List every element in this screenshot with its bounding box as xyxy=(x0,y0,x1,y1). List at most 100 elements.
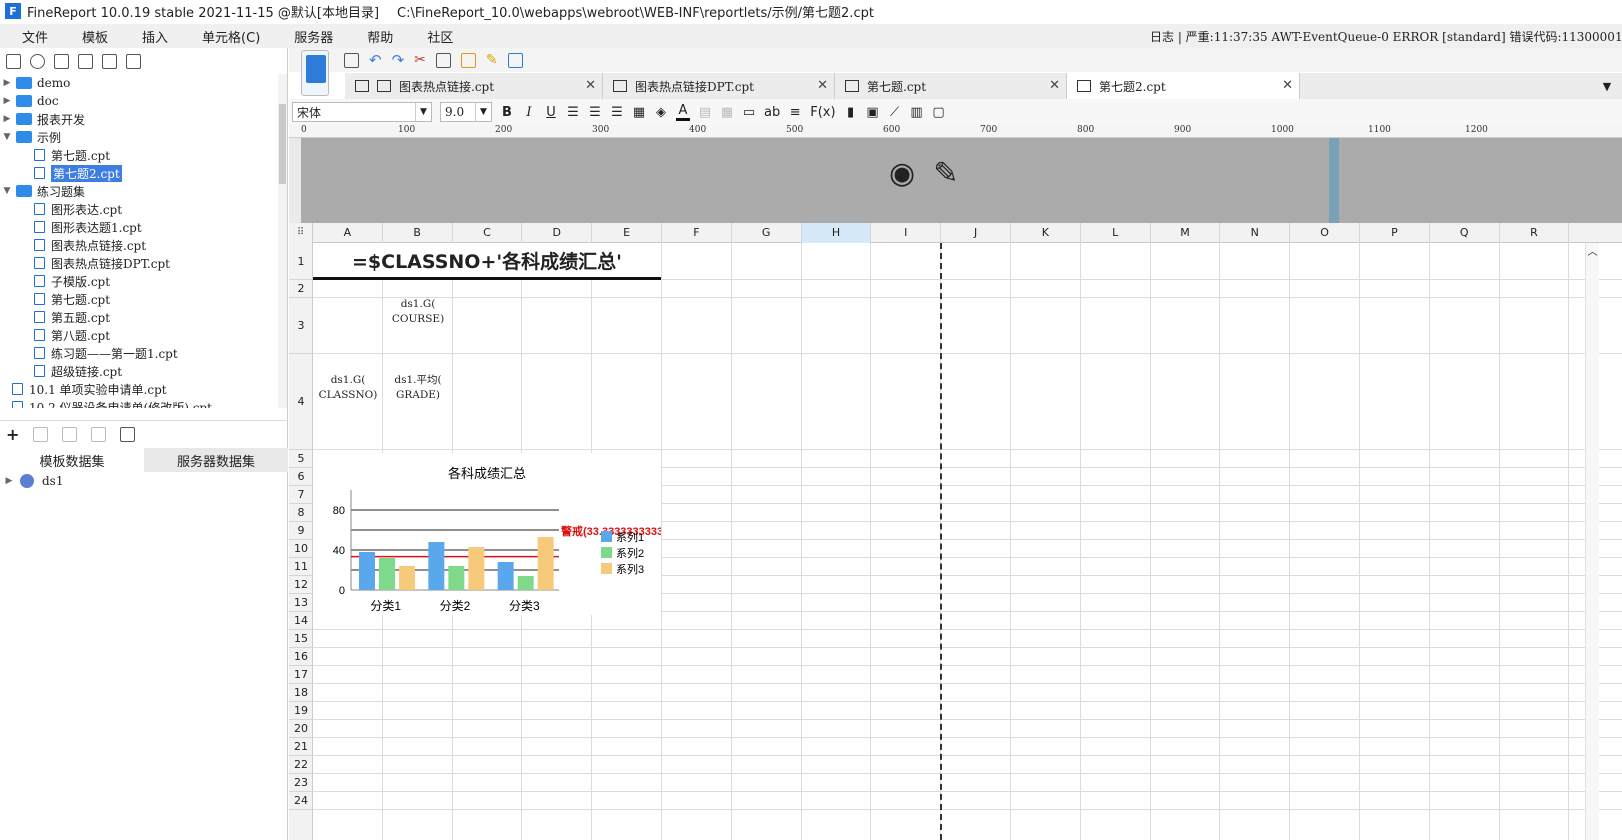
menu-community[interactable]: 社区 xyxy=(410,27,470,46)
save-icon[interactable] xyxy=(344,52,359,68)
column-header-f[interactable]: F xyxy=(662,223,732,243)
tree-item[interactable]: 图形表达题1.cpt xyxy=(0,218,278,236)
bar-chart[interactable]: 各科成绩汇总04080分类1分类2分类3警戒(33.33333333336)系列… xyxy=(313,453,673,615)
column-header-k[interactable]: K xyxy=(1011,223,1081,243)
column-header-n[interactable]: N xyxy=(1220,223,1291,243)
column-header-h[interactable]: H xyxy=(801,223,872,243)
unmerge-icon[interactable]: ▦ xyxy=(720,105,734,120)
close-icon[interactable]: ✕ xyxy=(585,78,596,93)
tree-item[interactable]: 10.1 单项实验申请单.cpt xyxy=(0,380,278,398)
row-header-9[interactable]: 9 xyxy=(289,522,313,540)
hide-icon[interactable]: ◉ xyxy=(889,156,915,191)
row-header-21[interactable]: 21 xyxy=(289,738,313,756)
cell-a4[interactable]: ds1.G( CLASSNO) xyxy=(313,373,383,403)
chevron-right-icon[interactable]: ▶ xyxy=(2,96,12,106)
tree-item[interactable]: 图表热点链接.cpt xyxy=(0,236,278,254)
row-header-4[interactable]: 4 xyxy=(289,354,313,450)
tab-list-icon[interactable]: ▼ xyxy=(1592,73,1622,99)
formula-icon[interactable]: F(x) xyxy=(810,105,835,120)
tree-item[interactable]: 练习题——第一题1.cpt xyxy=(0,344,278,362)
vertical-scrollbar[interactable]: ︿ xyxy=(1585,243,1599,840)
column-header-r[interactable]: R xyxy=(1500,223,1570,243)
chevron-down-icon[interactable]: ▼ xyxy=(2,132,12,142)
row-header-15[interactable]: 15 xyxy=(289,630,313,648)
scroll-up-icon[interactable]: ︿ xyxy=(1586,243,1599,258)
row-header-10[interactable]: 10 xyxy=(289,540,313,558)
text-icon[interactable]: ab xyxy=(764,105,780,120)
column-header-a[interactable]: A xyxy=(313,223,383,243)
row-header-2[interactable]: 2 xyxy=(289,280,313,298)
menu-template[interactable]: 模板 xyxy=(65,27,125,46)
tree-item[interactable]: ▶ demo xyxy=(0,74,278,92)
row-header-1[interactable]: 1 xyxy=(289,243,313,280)
column-header-l[interactable]: L xyxy=(1081,223,1151,243)
paste-icon[interactable] xyxy=(460,52,476,68)
insert-text-icon[interactable]: ▭ xyxy=(742,105,756,120)
tree-item[interactable]: 第七题2.cpt xyxy=(0,164,278,182)
row-header-16[interactable]: 16 xyxy=(289,648,313,666)
column-header-i[interactable]: I xyxy=(871,223,942,243)
row-header-8[interactable]: 8 xyxy=(289,504,313,522)
menu-server[interactable]: 服务器 xyxy=(277,27,350,46)
row-header-12[interactable]: 12 xyxy=(289,576,313,594)
preview-icon[interactable] xyxy=(301,50,329,96)
locate-icon[interactable] xyxy=(54,53,69,69)
tree-item[interactable]: 第七题.cpt xyxy=(0,146,278,164)
tab-template-2[interactable]: 图表热点链接DPT.cpt ✕ xyxy=(603,73,835,99)
tree-item[interactable]: 子模版.cpt xyxy=(0,272,278,290)
refresh-icon[interactable] xyxy=(30,53,45,69)
cell-b3[interactable]: ds1.G( COURSE) xyxy=(383,297,453,327)
row-header-14[interactable]: 14 xyxy=(289,612,313,630)
border-icon[interactable]: ▦ xyxy=(632,105,646,120)
row-header-22[interactable]: 22 xyxy=(289,756,313,774)
redo-icon[interactable]: ↷ xyxy=(392,51,405,69)
align-center-icon[interactable]: ☰ xyxy=(588,105,602,120)
column-header-p[interactable]: P xyxy=(1360,223,1430,243)
row-header-23[interactable]: 23 xyxy=(289,774,313,792)
menu-help[interactable]: 帮助 xyxy=(350,27,410,46)
cell-b4[interactable]: ds1.平均( GRADE) xyxy=(383,373,453,403)
tree-item[interactable]: 第七题.cpt xyxy=(0,290,278,308)
chevron-right-icon[interactable]: ▶ xyxy=(2,78,12,88)
tab-template-3[interactable]: 第七题.cpt ✕ xyxy=(835,73,1067,99)
tab-server-dataset[interactable]: 服务器数据集 xyxy=(144,448,288,472)
image-icon[interactable]: ▣ xyxy=(866,105,880,120)
undo-icon[interactable]: ↶ xyxy=(369,51,382,69)
row-header-11[interactable]: 11 xyxy=(289,558,313,576)
row-header-7[interactable]: 7 xyxy=(289,486,313,504)
chart-cell[interactable]: 各科成绩汇总04080分类1分类2分类3警戒(33.33333333336)系列… xyxy=(313,453,673,615)
close-icon[interactable]: ✕ xyxy=(817,78,828,93)
close-icon[interactable]: ✕ xyxy=(1282,78,1293,93)
template-param-icon[interactable] xyxy=(507,52,523,68)
merge-icon[interactable]: ▤ xyxy=(698,105,712,120)
row-header-19[interactable]: 19 xyxy=(289,702,313,720)
dataset-item[interactable]: ▶ ds1 xyxy=(0,472,288,490)
row-header-3[interactable]: 3 xyxy=(289,298,313,354)
tree-item[interactable]: ▶ doc xyxy=(0,92,278,110)
edit-icon[interactable]: ✎ xyxy=(933,156,958,191)
column-header-c[interactable]: C xyxy=(453,223,523,243)
preview-dataset-icon[interactable] xyxy=(91,427,107,442)
tree-scrollbar[interactable] xyxy=(278,74,287,408)
close-icon[interactable]: ✕ xyxy=(1049,78,1060,93)
tab-template-4[interactable]: 第七题2.cpt ✕ xyxy=(1067,73,1300,99)
select-all-corner[interactable]: ⠿ xyxy=(289,223,313,243)
row-header-20[interactable]: 20 xyxy=(289,720,313,738)
row-header-6[interactable]: 6 xyxy=(289,468,313,486)
tree-item[interactable]: 超级链接.cpt xyxy=(0,362,278,380)
row-header-5[interactable]: 5 xyxy=(289,450,313,468)
title-cell[interactable]: =$CLASSNO+'各科成绩汇总' xyxy=(313,243,661,280)
italic-button[interactable]: I xyxy=(522,105,536,120)
font-select[interactable]: 宋体 ▼ xyxy=(292,102,432,122)
tree-item[interactable]: ▼ 示例 xyxy=(0,128,278,146)
font-size-select[interactable]: 9.0 ▼ xyxy=(440,102,492,122)
row-header-24[interactable]: 24 xyxy=(289,792,313,810)
align-right-icon[interactable]: ☰ xyxy=(610,105,624,120)
font-color-icon[interactable]: A xyxy=(676,103,690,121)
column-header-g[interactable]: G xyxy=(732,223,802,243)
tree-item[interactable]: 第五题.cpt xyxy=(0,308,278,326)
menu-insert[interactable]: 插入 xyxy=(125,27,185,46)
underline-button[interactable]: U xyxy=(544,105,558,120)
column-header-e[interactable]: E xyxy=(592,223,662,243)
slash-icon[interactable]: ⟋ xyxy=(888,105,902,120)
